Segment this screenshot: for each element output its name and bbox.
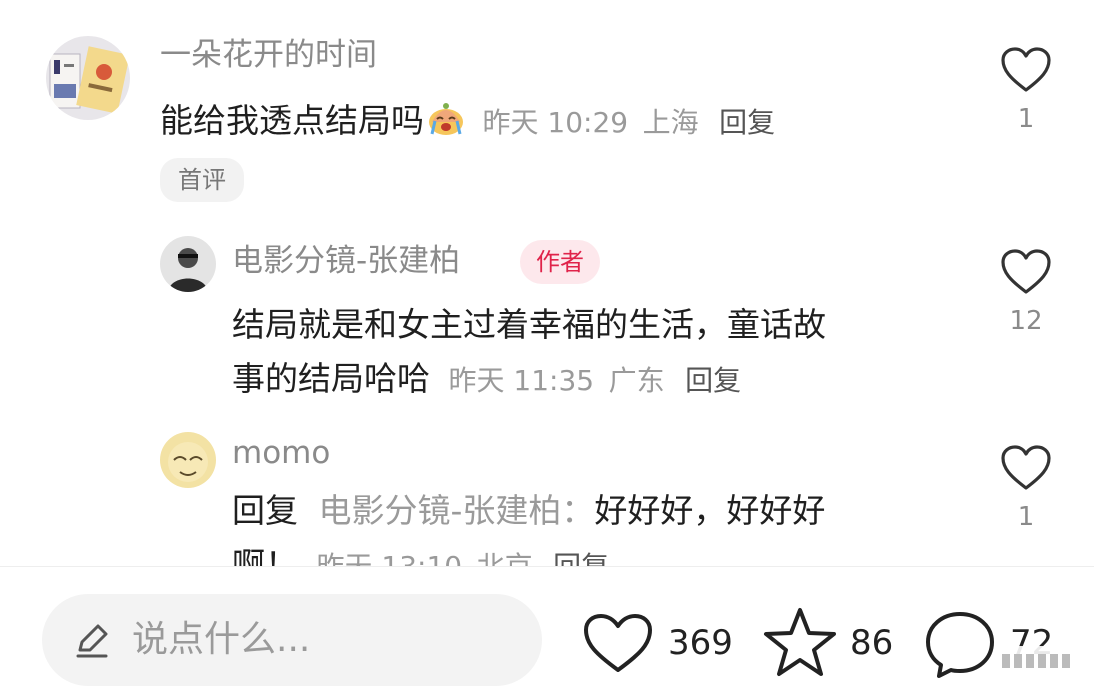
comment-time: 昨天 13:10 (317, 550, 463, 566)
watermark-logo (996, 646, 1086, 680)
comment-username[interactable]: momo (232, 438, 330, 469)
bottom-bar-divider (0, 566, 1094, 567)
like-count: 1 (1017, 104, 1035, 134)
comment-text-line: 结局就是和女主过着幸福的生活，童话故 (232, 305, 826, 344)
reply-button[interactable]: 回复 (719, 106, 775, 139)
comment-username[interactable]: 一朵花开的时间 (160, 40, 377, 71)
comment-text-line: 好好好，好好好 (594, 491, 826, 530)
comment-like[interactable]: 12 (998, 248, 1054, 336)
crying-face-emoji-icon (426, 98, 466, 152)
reply-button[interactable]: 回复 (553, 550, 609, 566)
comment-location: 广东 (608, 364, 665, 397)
comment-body[interactable]: 结局就是和女主过着幸福的生活，童话故 事的结局哈哈 昨天 11:35 广东 回复 (232, 298, 826, 408)
comment-time: 昨天 10:29 (482, 106, 629, 139)
heart-icon[interactable] (1000, 249, 1052, 300)
comment-time: 昨天 11:35 (448, 364, 595, 397)
reply-prefix: 回复 (232, 491, 298, 530)
comment-text: 能给我透点结局吗 (160, 101, 424, 140)
comment-text-line: 事的结局哈哈 (232, 359, 430, 398)
like-count: 12 (1009, 306, 1043, 336)
comment-input-placeholder: 说点什么... (132, 619, 311, 660)
author-badge: 作者 (520, 240, 600, 284)
avatar[interactable] (160, 236, 216, 292)
pen-icon (72, 620, 112, 664)
reply-target-username[interactable]: 电影分镜-张建柏： (319, 491, 595, 530)
like-count: 369 (668, 623, 733, 663)
first-comment-badge: 首评 (160, 158, 244, 202)
comment-list: 一朵花开的时间 能给我透点结局吗 昨天 10:29 上海 回复 首评 1 电影分… (0, 0, 1094, 566)
star-icon[interactable] (762, 606, 838, 682)
comment-username[interactable]: 电影分镜-张建柏 (232, 246, 460, 277)
heart-icon[interactable] (1000, 445, 1052, 496)
like-count: 1 (1017, 502, 1035, 532)
favorite-count: 86 (850, 623, 894, 663)
comment-like[interactable]: 1 (998, 444, 1054, 532)
reply-button[interactable]: 回复 (685, 364, 741, 397)
avatar[interactable] (160, 432, 216, 488)
comment-text-line: 啊！ (232, 545, 298, 566)
comment-bubble-icon[interactable] (922, 608, 998, 684)
heart-icon[interactable] (582, 612, 654, 678)
comment-input[interactable]: 说点什么... (42, 594, 542, 686)
heart-icon[interactable] (1000, 47, 1052, 98)
comment-like[interactable]: 1 (998, 46, 1054, 134)
comment-body[interactable]: 回复 电影分镜-张建柏：好好好，好好好 啊！ 昨天 13:10 北京 回复 (232, 484, 825, 566)
comment-body[interactable]: 能给我透点结局吗 昨天 10:29 上海 回复 (160, 94, 775, 152)
avatar[interactable] (46, 36, 130, 120)
comment-location: 北京 (477, 550, 533, 566)
comment-location: 上海 (642, 106, 699, 139)
